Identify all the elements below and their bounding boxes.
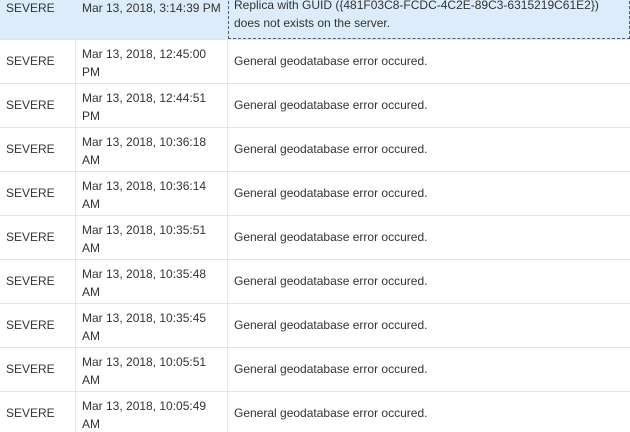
level-cell: SEVERE [0,304,76,347]
time-cell: Mar 13, 2018, 12:45:00 PM [76,40,228,83]
message-cell: General geodatabase error occured. [234,406,428,420]
time-cell: Mar 13, 2018, 3:14:39 PM [76,0,228,39]
table-row[interactable]: SEVERE Mar 13, 2018, 10:05:49 AM General… [0,392,630,432]
message-cell: General geodatabase error occured. [234,142,428,156]
table-row[interactable]: SEVERE Mar 13, 2018, 3:14:39 PM Replica … [0,0,630,40]
level-cell: SEVERE [0,172,76,215]
time-cell: Mar 13, 2018, 10:35:45 AM [76,304,228,347]
log-table: SEVERE Mar 13, 2018, 3:14:39 PM Replica … [0,0,630,432]
message-cell: General geodatabase error occured. [234,186,428,200]
message-cell: General geodatabase error occured. [234,98,428,112]
table-row[interactable]: SEVERE Mar 13, 2018, 12:44:51 PM General… [0,84,630,128]
table-row[interactable]: SEVERE Mar 13, 2018, 10:36:14 AM General… [0,172,630,216]
time-cell: Mar 13, 2018, 10:36:18 AM [76,128,228,171]
level-cell: SEVERE [0,216,76,259]
level-cell: SEVERE [0,128,76,171]
level-cell: SEVERE [0,348,76,391]
message-cell: General geodatabase error occured. [234,318,428,332]
table-row[interactable]: SEVERE Mar 13, 2018, 10:35:45 AM General… [0,304,630,348]
table-row[interactable]: SEVERE Mar 13, 2018, 10:36:18 AM General… [0,128,630,172]
table-row[interactable]: SEVERE Mar 13, 2018, 12:45:00 PM General… [0,40,630,84]
message-cell: General geodatabase error occured. [234,362,428,376]
message-cell: General geodatabase error occured. [234,54,428,68]
time-cell: Mar 13, 2018, 10:35:48 AM [76,260,228,303]
level-cell: SEVERE [0,392,76,432]
table-row[interactable]: SEVERE Mar 13, 2018, 10:35:48 AM General… [0,260,630,304]
message-cell: General geodatabase error occured. [234,230,428,244]
message-cell: Replica with GUID ({481F03C8-FCDC-4C2E-8… [228,0,630,39]
message-cell: General geodatabase error occured. [234,274,428,288]
level-cell: SEVERE [0,84,76,127]
time-cell: Mar 13, 2018, 10:35:51 AM [76,216,228,259]
time-cell: Mar 13, 2018, 10:05:51 AM [76,348,228,391]
time-cell: Mar 13, 2018, 10:36:14 AM [76,172,228,215]
time-cell: Mar 13, 2018, 12:44:51 PM [76,84,228,127]
level-cell: SEVERE [0,0,76,39]
level-cell: SEVERE [0,40,76,83]
time-cell: Mar 13, 2018, 10:05:49 AM [76,392,228,432]
table-row[interactable]: SEVERE Mar 13, 2018, 10:35:51 AM General… [0,216,630,260]
level-cell: SEVERE [0,260,76,303]
table-row[interactable]: SEVERE Mar 13, 2018, 10:05:51 AM General… [0,348,630,392]
